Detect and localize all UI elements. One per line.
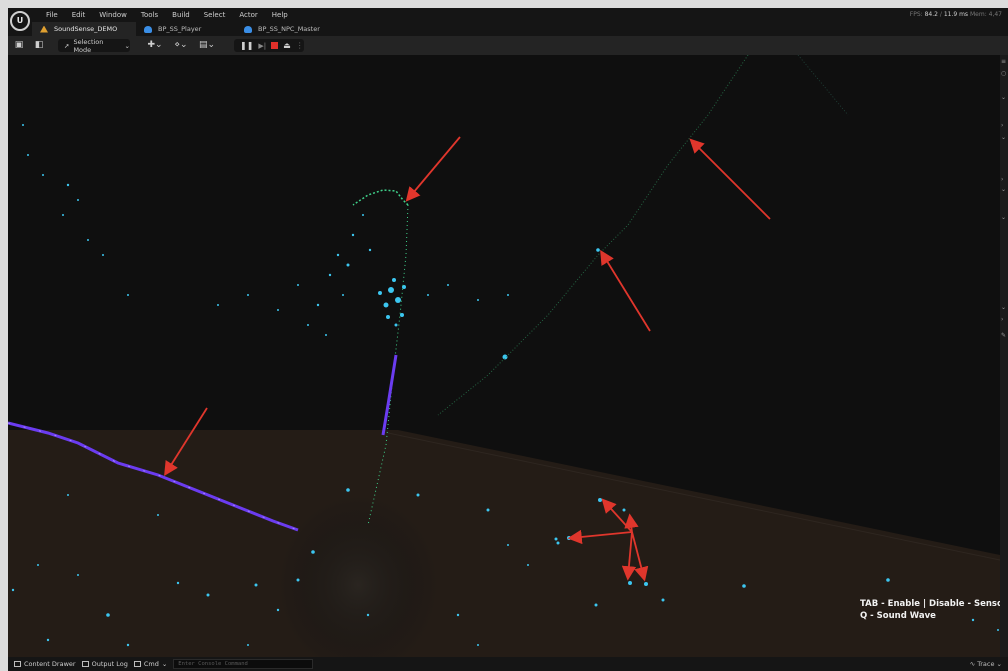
floor-plane: [8, 430, 1000, 657]
hud-line-sensor: TAB - Enable | Disable - Sensor: [860, 599, 1000, 609]
content-drawer-button[interactable]: Content Drawer: [14, 660, 76, 668]
save-icon[interactable]: ▣: [14, 40, 24, 50]
pause-icon[interactable]: ❚❚: [240, 41, 253, 50]
tab-bp-ss-npc-master[interactable]: BP_SS_NPC_Master: [236, 22, 356, 36]
chevron-down-icon: ⌄: [161, 660, 168, 668]
details-panel-edge[interactable]: ≡ ○ ⌄ › ⌄ › ⌄ ⌄ ⌄ › ✎: [1000, 55, 1008, 657]
edit-icon[interactable]: ✎: [1001, 333, 1007, 339]
blueprint-icon: [244, 25, 252, 33]
menu-window[interactable]: Window: [92, 10, 134, 20]
eject-icon[interactable]: ⏏: [283, 41, 291, 50]
content-drawer-label: Content Drawer: [24, 660, 76, 668]
menu-tools[interactable]: Tools: [134, 10, 165, 20]
fps-label: FPS:: [909, 11, 923, 18]
tab-soundsense-demo[interactable]: SoundSense_DEMO: [32, 22, 136, 36]
menu-bar: U File Edit Window Tools Build Select Ac…: [8, 8, 1008, 36]
output-log-button[interactable]: Output Log: [81, 660, 128, 668]
trace-dropdown[interactable]: ∿ Trace ⌄: [970, 660, 1002, 668]
chevron-right-icon[interactable]: ›: [1001, 317, 1007, 323]
level-icon: [40, 25, 48, 33]
menu-select[interactable]: Select: [197, 10, 233, 20]
selection-mode-dropdown[interactable]: ➚ Selection Mode ⌄: [58, 37, 130, 54]
console-input[interactable]: Enter Console Command: [173, 659, 314, 669]
green-path-far: [437, 55, 749, 416]
fps-value: 84.2: [924, 11, 938, 18]
play-controls: ❚❚ ▶| ⏏ ⋮: [234, 39, 304, 52]
output-log-label: Output Log: [91, 660, 128, 668]
document-tabs: SoundSense_DEMO BP_SS_Player BP_SS_NPC_M…: [32, 22, 356, 36]
hud-line-sound-wave: Q - Sound Wave: [860, 611, 936, 621]
green-trail: [352, 189, 409, 206]
hud-instructions: TAB - Enable | Disable - Sensor Q - Soun…: [860, 598, 1000, 622]
unreal-logo-icon[interactable]: U: [10, 11, 30, 31]
chevron-down-icon[interactable]: ⌄: [1001, 215, 1007, 221]
stop-icon[interactable]: [271, 42, 279, 49]
chevron-down-icon: ⌄: [124, 41, 130, 50]
chevron-right-icon[interactable]: ›: [1001, 177, 1007, 183]
status-bar: Content Drawer Output Log Cmd ⌄ Enter Co…: [8, 657, 1008, 671]
game-viewport[interactable]: TAB - Enable | Disable - Sensor Q - Soun…: [8, 55, 1000, 657]
more-icon[interactable]: ⋮: [296, 41, 304, 50]
terminal-icon: [133, 661, 141, 667]
browse-icon[interactable]: ◧: [34, 40, 44, 50]
tab-label: SoundSense_DEMO: [54, 25, 118, 33]
performance-stats: FPS: 84.2 / 11.9 ms Mem: 4,47: [909, 11, 1002, 18]
add-actor-icon[interactable]: ✚⌄: [146, 40, 164, 50]
blueprint-icon: [144, 25, 152, 33]
drawer-icon: [14, 661, 21, 667]
chevron-down-icon: ⌄: [996, 660, 1002, 668]
menu-icon[interactable]: ≡: [1001, 59, 1007, 65]
cmd-dropdown[interactable]: Cmd ⌄: [133, 660, 168, 668]
scene-render: [8, 55, 1000, 657]
cmd-label: Cmd: [143, 660, 159, 668]
trace-icon: ∿: [969, 660, 976, 668]
log-icon: [81, 661, 89, 667]
trace-label: Trace: [977, 660, 995, 668]
chevron-right-icon[interactable]: ›: [1001, 123, 1007, 129]
frame-time: 11.9 ms: [943, 11, 969, 18]
tab-label: BP_SS_NPC_Master: [258, 25, 320, 33]
search-icon[interactable]: ○: [1001, 71, 1007, 77]
cursor-icon: ➚: [64, 41, 70, 50]
tab-label: BP_SS_Player: [158, 25, 202, 33]
step-icon[interactable]: ▶|: [258, 42, 266, 50]
menu-help[interactable]: Help: [265, 10, 295, 20]
cinematics-icon[interactable]: ▤⌄: [198, 40, 216, 50]
chevron-down-icon[interactable]: ⌄: [1001, 95, 1007, 101]
menu-build[interactable]: Build: [165, 10, 197, 20]
menu-file[interactable]: File: [39, 10, 65, 20]
menu-edit[interactable]: Edit: [65, 10, 93, 20]
chevron-down-icon[interactable]: ⌄: [1001, 187, 1007, 193]
chevron-down-icon[interactable]: ⌄: [1001, 305, 1007, 311]
selection-mode-label: Selection Mode: [73, 37, 104, 54]
main-toolbar: ▣ ◧ ➚ Selection Mode ⌄ ✚⌄ ⋄⌄ ▤⌄ ❚❚ ▶| ⏏ …: [8, 36, 1008, 55]
memory-label: Mem: 4,47: [969, 11, 1002, 18]
menu-actor[interactable]: Actor: [232, 10, 264, 20]
chevron-down-icon[interactable]: ⌄: [1001, 135, 1007, 141]
tab-bp-ss-player[interactable]: BP_SS_Player: [136, 22, 236, 36]
unreal-editor-window: U File Edit Window Tools Build Select Ac…: [8, 8, 1008, 671]
menu-list: File Edit Window Tools Build Select Acto…: [39, 10, 295, 20]
blueprint-menu-icon[interactable]: ⋄⌄: [172, 40, 190, 50]
